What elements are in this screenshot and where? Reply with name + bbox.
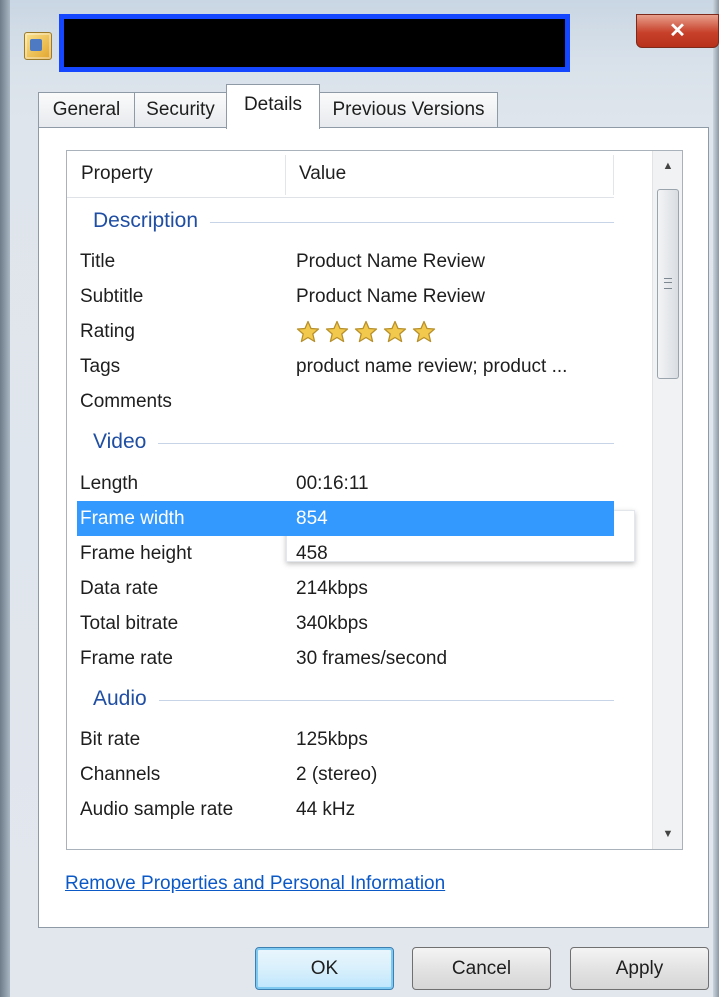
property-name: Channels [80, 764, 161, 785]
property-row-frame-rate[interactable]: Frame rate 30 frames/second [67, 641, 614, 676]
property-value[interactable]: 214kbps [296, 571, 368, 606]
property-row-rating[interactable]: Rating [67, 314, 614, 349]
column-divider[interactable] [613, 155, 614, 195]
property-value[interactable]: 458 [296, 536, 328, 571]
property-row-title[interactable]: Title Product Name Review [67, 244, 614, 279]
property-value[interactable]: Product Name Review [296, 244, 485, 279]
section-heading: Audio [93, 682, 159, 716]
property-name: Tags [80, 356, 121, 377]
tab-details[interactable]: Details [226, 84, 320, 129]
property-value[interactable]: 30 frames/second [296, 641, 447, 676]
property-row-channels[interactable]: Channels 2 (stereo) [67, 757, 614, 792]
property-row-frame-height[interactable]: Frame height 458 [67, 536, 614, 571]
star-icon[interactable] [383, 320, 407, 343]
star-icon[interactable] [296, 320, 320, 343]
property-row-frame-width[interactable]: Frame width 854 [77, 501, 614, 536]
property-row-tags[interactable]: Tags product name review; product ... [67, 349, 614, 384]
ok-button[interactable]: OK [255, 947, 394, 990]
property-row-comments[interactable]: Comments [67, 384, 614, 419]
details-panel: Property Value Description Title Product… [38, 127, 709, 928]
property-value[interactable]: 2 (stereo) [296, 757, 377, 792]
property-name: Frame width [80, 508, 185, 529]
property-value[interactable]: 125kbps [296, 722, 368, 757]
property-value[interactable]: 00:16:11 [296, 466, 369, 501]
rating-stars[interactable] [296, 320, 441, 344]
property-row-bit-rate[interactable]: Bit rate 125kbps [67, 722, 614, 757]
property-value[interactable]: 340kbps [296, 606, 368, 641]
section-rule [93, 700, 614, 701]
property-name: Data rate [80, 578, 159, 599]
section-heading: Video [93, 425, 159, 459]
property-name: Rating [80, 321, 135, 342]
property-value[interactable]: 44 kHz [296, 792, 355, 827]
column-header-property[interactable]: Property [67, 151, 285, 197]
tab-general[interactable]: General [38, 92, 135, 128]
property-name: Total bitrate [80, 613, 179, 634]
property-name: Title [80, 251, 116, 272]
property-value[interactable]: 854 [296, 501, 328, 536]
property-row-audio-sample-rate[interactable]: Audio sample rate 44 kHz [67, 792, 614, 827]
property-name: Comments [80, 391, 172, 412]
apply-button[interactable]: Apply [570, 947, 709, 990]
property-name: Frame rate [80, 648, 173, 669]
cancel-button[interactable]: Cancel [412, 947, 551, 990]
title-bar[interactable]: ✕ [10, 0, 719, 82]
scroll-down-arrow-icon[interactable]: ▼ [653, 819, 682, 849]
video-file-icon [24, 32, 52, 60]
column-header-value[interactable]: Value [285, 151, 612, 197]
property-name: Bit rate [80, 729, 141, 750]
star-icon[interactable] [325, 320, 349, 343]
section-rule [93, 443, 614, 444]
star-icon[interactable] [354, 320, 378, 343]
property-value[interactable]: product name review; product ... [296, 349, 567, 384]
property-name: Subtitle [80, 286, 144, 307]
window-left-border [0, 0, 10, 997]
section-description: Description [67, 204, 614, 238]
grip-icon [664, 278, 672, 289]
redacted-window-title [59, 14, 570, 72]
remove-properties-link[interactable]: Remove Properties and Personal Informati… [65, 873, 445, 895]
property-row-length[interactable]: Length 00:16:11 [67, 466, 614, 501]
vertical-scrollbar[interactable]: ▲ ▼ [652, 151, 682, 849]
property-row-subtitle[interactable]: Subtitle Product Name Review [67, 279, 614, 314]
scrollbar-thumb[interactable] [657, 189, 679, 379]
tab-security[interactable]: Security [134, 92, 227, 128]
property-row-data-rate[interactable]: Data rate 214kbps [67, 571, 614, 606]
dialog-window: ✕ General Security Details Previous Vers… [0, 0, 719, 997]
property-list[interactable]: Property Value Description Title Product… [66, 150, 683, 850]
section-heading: Description [93, 204, 211, 238]
section-video: Video [67, 425, 614, 459]
window-right-border [713, 0, 719, 997]
tab-previous-versions[interactable]: Previous Versions [319, 92, 498, 128]
section-audio: Audio [67, 682, 614, 716]
list-header: Property Value [67, 151, 614, 198]
property-name: Frame height [80, 543, 192, 564]
property-name: Audio sample rate [80, 799, 234, 820]
star-icon[interactable] [412, 320, 436, 343]
property-row-total-bitrate[interactable]: Total bitrate 340kbps [67, 606, 614, 641]
scroll-up-arrow-icon[interactable]: ▲ [653, 151, 682, 181]
property-name: Length [80, 473, 139, 494]
close-button[interactable]: ✕ [636, 14, 719, 48]
property-value[interactable]: Product Name Review [296, 279, 485, 314]
